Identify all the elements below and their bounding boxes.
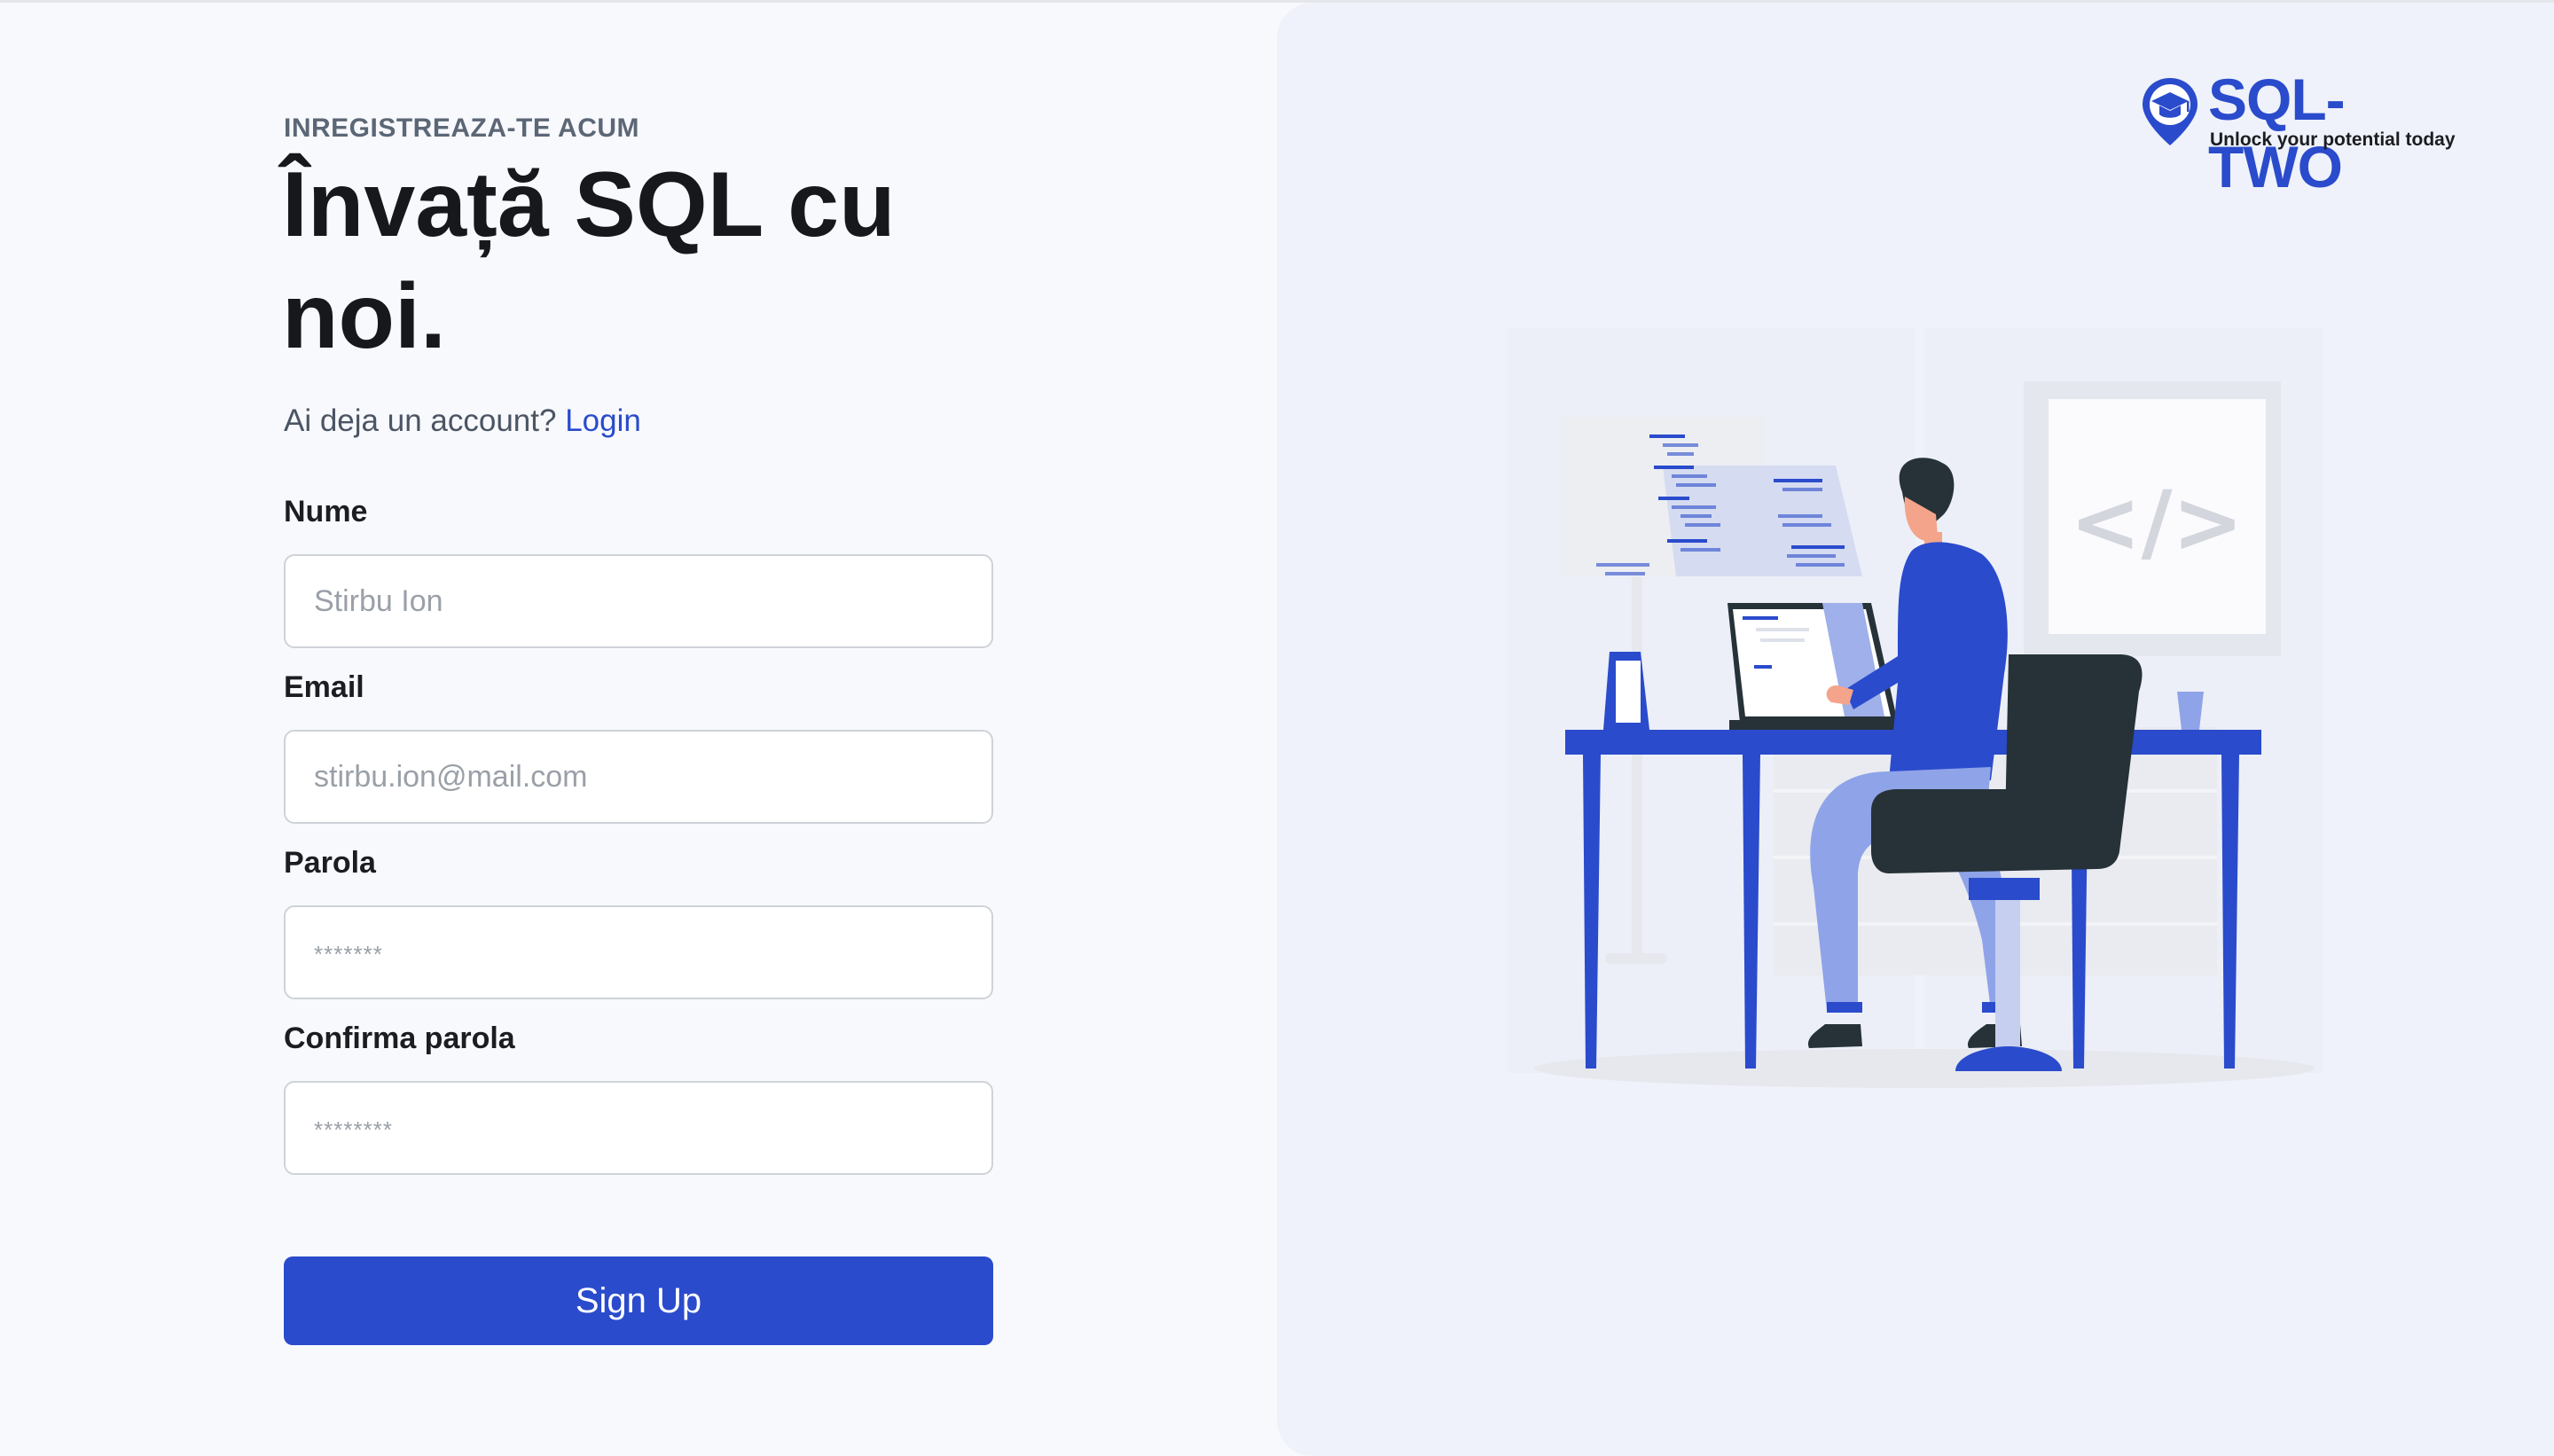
brand-logo[interactable]: SQL-TWO Unlock your potential today xyxy=(2139,67,2476,200)
login-link[interactable]: Login xyxy=(565,403,641,438)
name-label: Nume xyxy=(284,495,368,528)
page-title: Învață SQL cu noi. xyxy=(282,153,896,368)
email-field[interactable] xyxy=(284,730,993,824)
have-account-text: Ai deja un account? xyxy=(284,403,557,438)
confirm-password-label: Confirma parola xyxy=(284,1022,515,1055)
confirm-password-field[interactable] xyxy=(284,1081,993,1175)
brand-tagline: Unlock your potential today xyxy=(2210,129,2456,150)
graduation-cap-pin-icon xyxy=(2139,74,2201,153)
name-field[interactable] xyxy=(284,554,993,648)
code-tag: </> xyxy=(2070,473,2244,572)
have-account-line: Ai deja un account? Login xyxy=(284,403,641,439)
password-field[interactable] xyxy=(284,905,993,999)
sign-up-button[interactable]: Sign Up xyxy=(284,1256,993,1345)
developer-at-desk-illustration: </> xyxy=(1508,319,2332,1104)
email-label: Email xyxy=(284,670,364,704)
signup-eyebrow: INREGISTREAZA-TE ACUM xyxy=(284,114,640,143)
password-label: Parola xyxy=(284,846,376,880)
